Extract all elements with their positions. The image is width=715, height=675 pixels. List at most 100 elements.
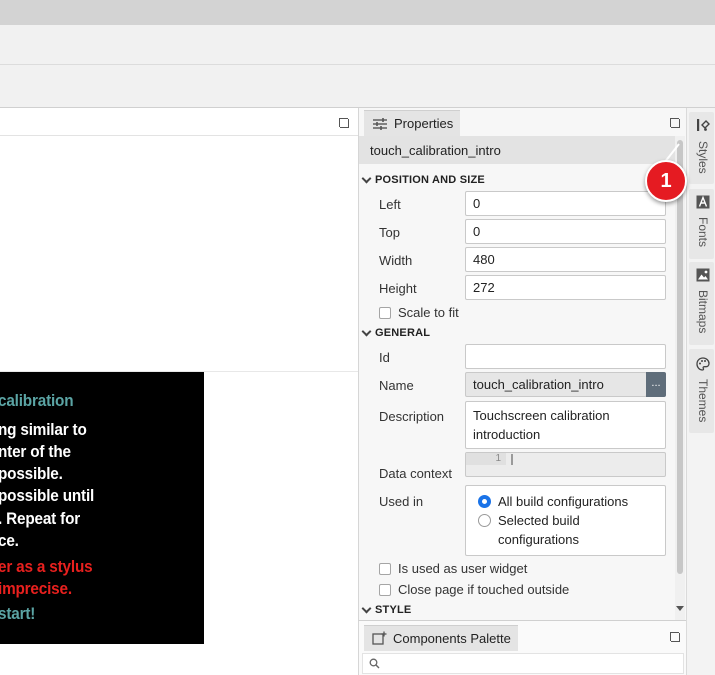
rail-tab-fonts[interactable]: Fonts (689, 189, 714, 259)
left-value: 0 (473, 196, 481, 211)
scrollbar-thumb[interactable] (677, 140, 683, 574)
section-header-label: STYLE (375, 604, 412, 616)
tab-properties-label: Properties (394, 116, 454, 131)
height-value: 272 (473, 280, 495, 295)
section-header-label: POSITION AND SIZE (375, 174, 485, 186)
preview-text-line: possible until (0, 486, 95, 505)
id-label: Id (379, 350, 390, 365)
checkbox-box[interactable] (379, 306, 391, 319)
description-line: Touchscreen calibration (473, 408, 610, 423)
top-field[interactable]: 0 (465, 219, 666, 244)
secondary-toolbar-row (0, 65, 715, 108)
preview-text-line: possible. (0, 464, 63, 483)
name-field[interactable]: touch_calibration_intro (465, 372, 647, 397)
description-label: Description (379, 409, 445, 424)
section-style[interactable]: STYLE (361, 603, 412, 616)
image-icon (696, 268, 710, 282)
checkbox-box[interactable] (379, 562, 391, 575)
user-widget-label: Is used as user widget (398, 561, 528, 576)
scroll-down-arrow-icon[interactable] (676, 606, 684, 611)
rail-tab-themes-label: Themes (696, 379, 710, 423)
rail-tab-bitmaps[interactable]: Bitmaps (689, 262, 714, 345)
preview-text-line: . Repeat for (0, 509, 81, 528)
close-outside-checkbox[interactable]: Close page if touched outside (379, 582, 569, 597)
chevron-down-icon (361, 603, 372, 613)
radio-selected[interactable] (478, 495, 491, 508)
maximize-icon[interactable] (670, 632, 680, 642)
used-in-option-all[interactable]: All build configurations (478, 492, 628, 511)
rail-tab-bitmaps-label: Bitmaps (696, 290, 710, 334)
data-context-label: Data context (379, 466, 452, 481)
data-context-editor[interactable]: 1 (465, 452, 666, 477)
used-in-option-selected-label: Selected build configurations (498, 511, 580, 549)
radio-unselected[interactable] (478, 514, 491, 527)
canvas-header (0, 108, 358, 136)
tab-components-palette[interactable]: Components Palette (364, 625, 518, 651)
maximize-icon[interactable] (670, 118, 680, 128)
rail-tab-styles-label: Styles (696, 141, 710, 174)
used-in-option-all-label: All build configurations (498, 494, 629, 509)
chevron-down-icon (361, 173, 372, 183)
properties-tabbar: Properties (359, 108, 687, 136)
height-field[interactable]: 272 (465, 275, 666, 300)
side-rail: Styles Fonts Bitmaps Themes (686, 108, 715, 675)
preview-text-line: ng similar to (0, 420, 87, 439)
section-header-label: GENERAL (375, 327, 431, 339)
tab-properties[interactable]: Properties (364, 110, 460, 136)
name-edit-button[interactable]: ... (646, 372, 666, 397)
description-field[interactable]: Touchscreen calibration introduction (465, 401, 666, 449)
used-in-options: All build configurations Selected build … (465, 485, 666, 556)
properties-panel: Properties touch_calibration_intro POSIT… (358, 108, 687, 620)
section-position-and-size[interactable]: POSITION AND SIZE (361, 173, 485, 186)
scale-to-fit-label: Scale to fit (398, 305, 459, 320)
add-component-icon (372, 631, 387, 645)
left-field[interactable]: 0 (465, 191, 666, 216)
toolbar-row (0, 25, 715, 65)
preview-text-line: calibration (0, 391, 74, 410)
maximize-icon[interactable] (339, 118, 349, 128)
name-label: Name (379, 378, 414, 393)
option-line: configurations (498, 532, 579, 547)
close-outside-label: Close page if touched outside (398, 582, 570, 597)
option-line: Selected build (498, 513, 580, 528)
top-label: Top (379, 225, 400, 240)
checkbox-box[interactable] (379, 583, 391, 596)
preview-text-line: er as a stylus (0, 557, 93, 576)
preview-text-line: ce. (0, 531, 19, 550)
used-in-option-selected[interactable]: Selected build configurations (478, 511, 580, 549)
search-icon (369, 658, 380, 669)
used-in-label: Used in (379, 494, 424, 509)
line-number: 1 (466, 453, 506, 465)
tab-components-palette-label: Components Palette (393, 631, 511, 646)
window-title-bar (0, 0, 715, 25)
width-value: 480 (473, 252, 495, 267)
left-label: Left (379, 197, 401, 212)
styles-icon (697, 119, 710, 131)
text-caret (511, 454, 513, 465)
sliders-icon (373, 117, 387, 130)
rail-tab-styles[interactable]: Styles (689, 112, 714, 184)
callout-badge: 1 (645, 160, 687, 202)
font-icon (696, 195, 710, 209)
rail-tab-themes[interactable]: Themes (689, 349, 714, 433)
preview-text-line: start! (0, 604, 36, 623)
rail-tab-fonts-label: Fonts (696, 217, 710, 248)
height-label: Height (379, 281, 417, 296)
preview-text-line: nter of the (0, 442, 71, 461)
palette-icon (696, 357, 710, 371)
id-field[interactable] (465, 344, 666, 369)
chevron-down-icon (361, 326, 372, 336)
width-field[interactable]: 480 (465, 247, 666, 272)
palette-search-input[interactable] (362, 653, 684, 674)
page-preview[interactable]: calibration ng similar to nter of the po… (0, 372, 204, 644)
selected-object-name: touch_calibration_intro (359, 136, 675, 164)
name-value: touch_calibration_intro (473, 377, 604, 392)
description-line: introduction (473, 427, 541, 442)
preview-text-line: imprecise. (0, 579, 72, 598)
page-editor-canvas[interactable]: calibration ng similar to nter of the po… (0, 108, 358, 675)
components-palette: Components Palette (358, 620, 686, 675)
top-value: 0 (473, 224, 481, 239)
user-widget-checkbox[interactable]: Is used as user widget (379, 561, 527, 576)
scale-to-fit-checkbox[interactable]: Scale to fit (379, 305, 459, 320)
section-general[interactable]: GENERAL (361, 326, 431, 339)
